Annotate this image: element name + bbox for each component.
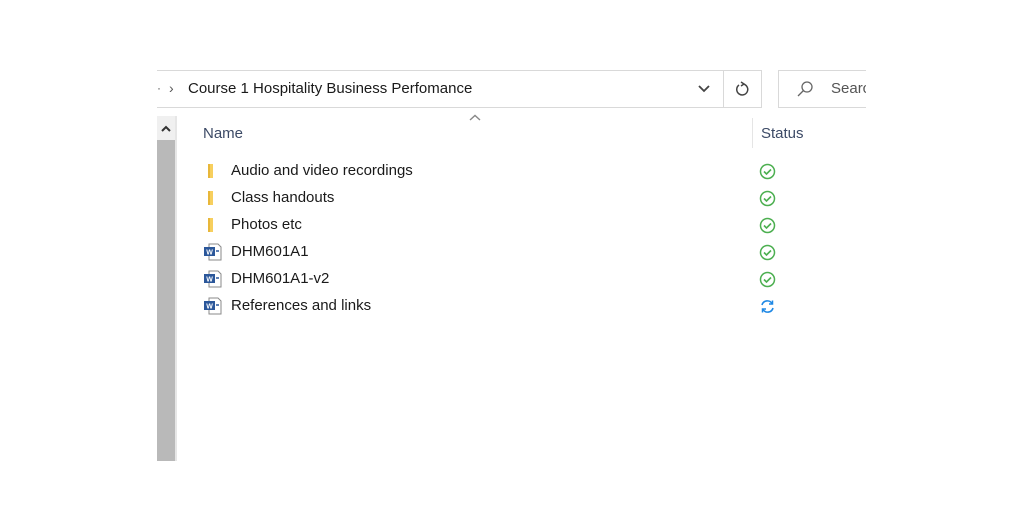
file-name[interactable]: Audio and video recordings — [231, 162, 413, 179]
synced-check-icon — [759, 163, 776, 180]
synced-check-icon — [759, 190, 776, 207]
column-divider[interactable] — [752, 118, 753, 148]
word-document-icon: W — [204, 270, 222, 288]
address-dropdown-button[interactable] — [687, 71, 720, 107]
file-row[interactable]: Class handouts — [203, 185, 803, 212]
file-row[interactable]: W DHM601A1-v2 — [203, 266, 803, 293]
refresh-button[interactable] — [723, 71, 762, 107]
column-header-name[interactable]: Name — [203, 125, 243, 142]
status-indicator — [759, 163, 776, 180]
scroll-up-button[interactable] — [157, 116, 175, 140]
file-row[interactable]: Photos etc — [203, 212, 803, 239]
file-row[interactable]: Audio and video recordings — [203, 158, 803, 185]
refresh-icon — [736, 81, 749, 96]
svg-text:W: W — [206, 250, 213, 257]
synced-check-icon — [759, 271, 776, 288]
breadcrumb-chevron-icon[interactable]: › — [169, 80, 174, 96]
search-input[interactable]: Search — [778, 70, 879, 108]
address-bar[interactable]: · › Course 1 Hospitality Business Perfom… — [157, 70, 762, 108]
breadcrumb-current[interactable]: Course 1 Hospitality Business Perfomance — [188, 80, 472, 97]
status-indicator — [759, 298, 776, 315]
status-indicator — [759, 217, 776, 234]
svg-text:W: W — [206, 277, 213, 284]
file-name[interactable]: Class handouts — [231, 189, 334, 206]
breadcrumb-overflow[interactable]: · — [157, 81, 161, 95]
word-document-icon: W — [204, 243, 222, 261]
syncing-icon — [761, 300, 774, 313]
file-row[interactable]: W References and links — [203, 293, 803, 320]
file-row[interactable]: W DHM601A1 — [203, 239, 803, 266]
synced-check-icon — [759, 217, 776, 234]
folder-icon — [208, 164, 213, 178]
word-document-icon: W — [204, 297, 222, 315]
folder-icon — [208, 191, 213, 205]
column-header-status[interactable]: Status — [761, 125, 804, 142]
file-name[interactable]: References and links — [231, 297, 371, 314]
folder-icon — [208, 218, 213, 232]
search-icon — [797, 81, 813, 97]
status-indicator — [759, 271, 776, 288]
status-indicator — [759, 244, 776, 261]
synced-check-icon — [759, 244, 776, 261]
file-name[interactable]: DHM601A1 — [231, 243, 309, 260]
vertical-scrollbar[interactable] — [157, 116, 177, 461]
file-name[interactable]: Photos etc — [231, 216, 302, 233]
sort-ascending-icon — [469, 114, 481, 121]
svg-text:W: W — [206, 304, 213, 311]
chevron-up-icon — [161, 125, 171, 132]
status-indicator — [759, 190, 776, 207]
chevron-down-icon — [697, 85, 710, 93]
file-name[interactable]: DHM601A1-v2 — [231, 270, 329, 287]
